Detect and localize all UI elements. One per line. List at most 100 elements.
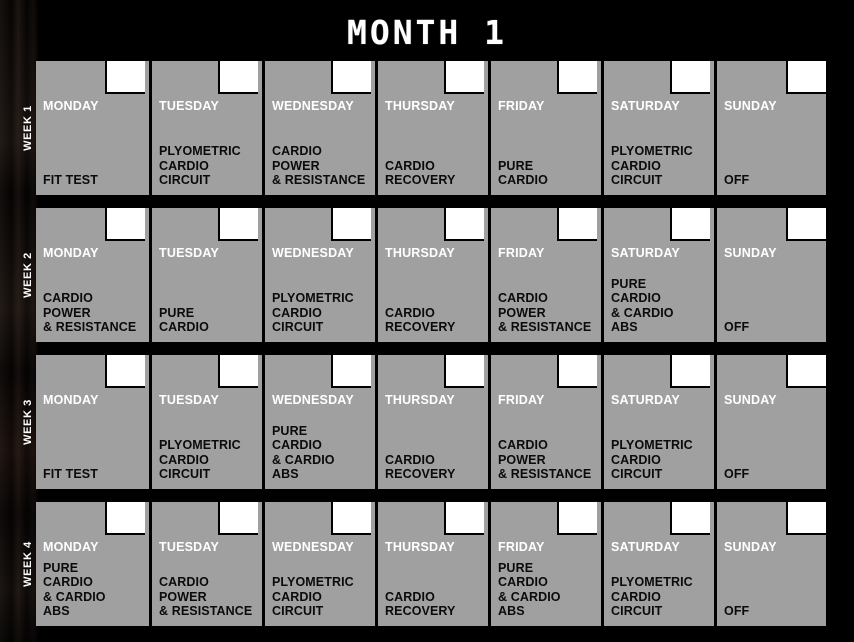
day-name-label: TUESDAY: [159, 99, 219, 113]
day-cell-thursday[interactable]: THURSDAY CARDIO RECOVERY: [378, 208, 491, 342]
workout-label: FIT TEST: [43, 173, 98, 188]
week-label-text: WEEK 3: [22, 399, 34, 445]
day-name-label: THURSDAY: [385, 246, 455, 260]
day-name-label: TUESDAY: [159, 246, 219, 260]
completion-checkbox[interactable]: [218, 61, 258, 94]
day-cell-saturday[interactable]: SATURDAY PLYOMETRIC CARDIO CIRCUIT: [604, 355, 717, 489]
day-cell-thursday[interactable]: THURSDAY CARDIO RECOVERY: [378, 502, 491, 626]
workout-label: PLYOMETRIC CARDIO CIRCUIT: [159, 438, 241, 482]
completion-checkbox[interactable]: [557, 502, 597, 535]
completion-checkbox[interactable]: [670, 355, 710, 388]
completion-checkbox[interactable]: [786, 355, 826, 388]
completion-checkbox[interactable]: [105, 355, 145, 388]
day-cell-tuesday[interactable]: TUESDAY PLYOMETRIC CARDIO CIRCUIT: [152, 355, 265, 489]
day-cell-friday[interactable]: FRIDAY PURE CARDIO & CARDIO ABS: [491, 502, 604, 626]
completion-checkbox[interactable]: [331, 355, 371, 388]
day-cell-saturday[interactable]: SATURDAY PLYOMETRIC CARDIO CIRCUIT: [604, 61, 717, 195]
workout-label: CARDIO POWER & RESISTANCE: [159, 575, 253, 619]
day-name-label: SATURDAY: [611, 246, 680, 260]
workout-label: FIT TEST: [43, 467, 98, 482]
completion-checkbox[interactable]: [786, 61, 826, 94]
completion-checkbox[interactable]: [444, 208, 484, 241]
completion-checkbox[interactable]: [444, 502, 484, 535]
workout-label: PURE CARDIO: [159, 305, 209, 335]
workout-label: CARDIO POWER & RESISTANCE: [43, 291, 137, 335]
completion-checkbox[interactable]: [105, 208, 145, 241]
day-cell-thursday[interactable]: THURSDAY CARDIO RECOVERY: [378, 61, 491, 195]
week-label-2: WEEK 2: [18, 208, 38, 342]
workout-label: CARDIO RECOVERY: [385, 452, 456, 482]
workout-label: CARDIO RECOVERY: [385, 305, 456, 335]
completion-checkbox[interactable]: [331, 61, 371, 94]
week-row: WEEK 1 MONDAY FIT TEST TUESDAY PLYOMETRIC CA…: [0, 61, 854, 195]
day-cell-monday[interactable]: MONDAY FIT TEST: [36, 355, 152, 489]
week-label-4: WEEK 4: [18, 502, 38, 626]
completion-checkbox[interactable]: [105, 502, 145, 535]
completion-checkbox[interactable]: [105, 61, 145, 94]
workout-calendar-page: MONTH 1 WEEK 1 MONDAY FIT TEST TUESDAY PLYOM…: [0, 0, 854, 642]
day-name-label: FRIDAY: [498, 393, 545, 407]
completion-checkbox[interactable]: [218, 355, 258, 388]
day-cell-monday[interactable]: MONDAY FIT TEST: [36, 61, 152, 195]
workout-label: PLYOMETRIC CARDIO CIRCUIT: [159, 144, 241, 188]
day-cell-sunday[interactable]: SUNDAY OFF: [717, 61, 826, 195]
workout-label: PURE CARDIO: [498, 158, 548, 188]
completion-checkbox[interactable]: [218, 208, 258, 241]
day-name-label: TUESDAY: [159, 393, 219, 407]
week-label-text: WEEK 1: [22, 105, 34, 151]
completion-checkbox[interactable]: [557, 208, 597, 241]
day-name-label: SATURDAY: [611, 393, 680, 407]
day-name-label: TUESDAY: [159, 540, 219, 554]
day-name-label: FRIDAY: [498, 540, 545, 554]
day-cell-tuesday[interactable]: TUESDAY PURE CARDIO: [152, 208, 265, 342]
completion-checkbox[interactable]: [331, 208, 371, 241]
completion-checkbox[interactable]: [218, 502, 258, 535]
workout-label: PURE CARDIO & CARDIO ABS: [498, 560, 561, 619]
day-name-label: WEDNESDAY: [272, 393, 354, 407]
completion-checkbox[interactable]: [670, 61, 710, 94]
day-cell-sunday[interactable]: SUNDAY OFF: [717, 355, 826, 489]
day-name-label: FRIDAY: [498, 99, 545, 113]
day-name-label: FRIDAY: [498, 246, 545, 260]
day-cell-tuesday[interactable]: TUESDAY PLYOMETRIC CARDIO CIRCUIT: [152, 61, 265, 195]
days-strip: MONDAY FIT TEST TUESDAY PLYOMETRIC CARDIO C…: [36, 61, 826, 195]
workout-label: CARDIO POWER & RESISTANCE: [498, 438, 592, 482]
day-cell-wednesday[interactable]: WEDNESDAY PURE CARDIO & CARDIO ABS: [265, 355, 378, 489]
workout-label: PLYOMETRIC CARDIO CIRCUIT: [272, 291, 354, 335]
day-cell-thursday[interactable]: THURSDAY CARDIO RECOVERY: [378, 355, 491, 489]
week-row: WEEK 3 MONDAY FIT TEST TUESDAY PLYOMETRIC CA…: [0, 355, 854, 489]
completion-checkbox[interactable]: [786, 208, 826, 241]
completion-checkbox[interactable]: [670, 208, 710, 241]
day-cell-monday[interactable]: MONDAY PURE CARDIO & CARDIO ABS: [36, 502, 152, 626]
completion-checkbox[interactable]: [444, 61, 484, 94]
day-cell-tuesday[interactable]: TUESDAY CARDIO POWER & RESISTANCE: [152, 502, 265, 626]
day-cell-wednesday[interactable]: WEDNESDAY CARDIO POWER & RESISTANCE: [265, 61, 378, 195]
workout-label: CARDIO POWER & RESISTANCE: [498, 291, 592, 335]
day-cell-monday[interactable]: MONDAY CARDIO POWER & RESISTANCE: [36, 208, 152, 342]
day-cell-friday[interactable]: FRIDAY PURE CARDIO: [491, 61, 604, 195]
days-strip: MONDAY FIT TEST TUESDAY PLYOMETRIC CARDIO C…: [36, 355, 826, 489]
day-cell-saturday[interactable]: SATURDAY PLYOMETRIC CARDIO CIRCUIT: [604, 502, 717, 626]
day-cell-sunday[interactable]: SUNDAY OFF: [717, 502, 826, 626]
week-label-3: WEEK 3: [18, 355, 38, 489]
completion-checkbox[interactable]: [670, 502, 710, 535]
day-cell-friday[interactable]: FRIDAY CARDIO POWER & RESISTANCE: [491, 355, 604, 489]
day-name-label: WEDNESDAY: [272, 246, 354, 260]
week-row: WEEK 4 MONDAY PURE CARDIO & CARDIO ABS TUES…: [0, 502, 854, 626]
day-name-label: MONDAY: [43, 246, 99, 260]
workout-label: OFF: [724, 604, 750, 619]
completion-checkbox[interactable]: [444, 355, 484, 388]
workout-label: CARDIO POWER & RESISTANCE: [272, 144, 366, 188]
day-cell-wednesday[interactable]: WEDNESDAY PLYOMETRIC CARDIO CIRCUIT: [265, 208, 378, 342]
week-label-text: WEEK 2: [22, 252, 34, 298]
completion-checkbox[interactable]: [786, 502, 826, 535]
day-cell-friday[interactable]: FRIDAY CARDIO POWER & RESISTANCE: [491, 208, 604, 342]
day-cell-sunday[interactable]: SUNDAY OFF: [717, 208, 826, 342]
day-cell-saturday[interactable]: SATURDAY PURE CARDIO & CARDIO ABS: [604, 208, 717, 342]
completion-checkbox[interactable]: [557, 61, 597, 94]
day-cell-wednesday[interactable]: WEDNESDAY PLYOMETRIC CARDIO CIRCUIT: [265, 502, 378, 626]
completion-checkbox[interactable]: [557, 355, 597, 388]
workout-label: OFF: [724, 173, 750, 188]
completion-checkbox[interactable]: [331, 502, 371, 535]
workout-label: OFF: [724, 467, 750, 482]
